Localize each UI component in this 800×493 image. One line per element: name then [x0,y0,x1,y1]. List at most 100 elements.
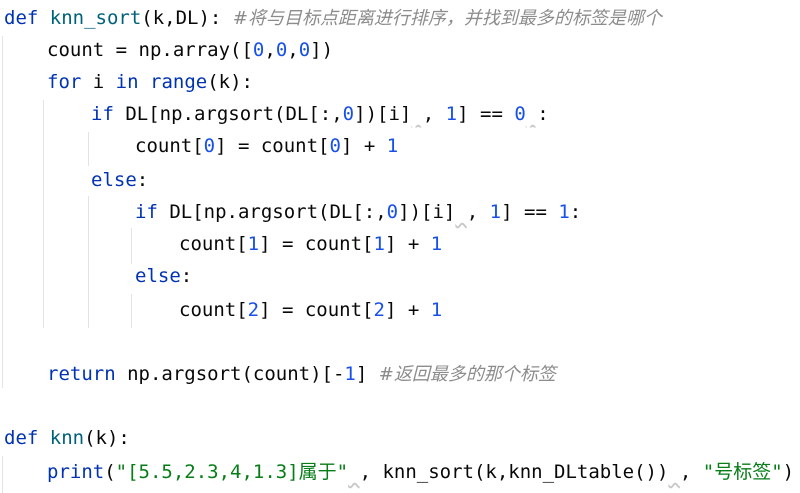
code-keyword: range [150,71,208,93]
code-token: DL[np.argsort(DL[:, [113,103,343,125]
code-line[interactable]: else: [91,166,148,194]
indent-guide [43,100,44,328]
code-token: ] == [501,201,559,223]
code-line[interactable]: count[2] = count[2] + 1 [179,296,442,324]
code-line[interactable]: count = np.array([0,0,0]) [47,36,333,64]
code-keyword: for [47,71,82,93]
code-keyword: else [91,169,137,191]
code-token: 1 [445,103,458,125]
code-token: ])[i] [398,201,456,223]
code-token: : [136,169,149,191]
code-token: 0 [275,39,288,61]
code-token: , [679,461,703,483]
code-keyword: else [135,265,181,287]
code-keyword: if [135,201,158,223]
code-token: ] == [457,103,515,125]
code-line[interactable]: print("[5.5,2.3,4,1.3]属于" , knn_sort(k,k… [47,458,794,486]
code-string: "[5.5,2.3,4,1.3]属于" [115,461,349,483]
code-token: i [81,71,116,93]
indent-guide [88,132,89,166]
code-line[interactable]: def knn(k): [4,424,130,452]
code-token: count[ [135,135,204,157]
code-token: ) [782,461,795,483]
indent-guide [2,36,3,388]
code-line[interactable]: if DL[np.argsort(DL[:,0])[i] , 1] == 1: [135,198,581,226]
code-token: count[ [179,233,248,255]
code-token: : [569,201,582,223]
code-token: ] + [384,299,431,321]
code-comment: #返回最多的那个标签 [378,364,556,385]
code-token: ] = count[ [259,233,374,255]
code-token: ] + [340,135,387,157]
code-token: (k): [84,427,130,449]
code-token: 0 [386,201,399,223]
code-line[interactable]: if DL[np.argsort(DL[:,0])[i] , 1] == 0 : [91,100,549,128]
code-editor[interactable]: { "editor": { "lines": [ { "indent": 0, … [0,0,800,493]
indent-guide [88,196,89,328]
code-line[interactable]: for i in range(k): [47,68,253,96]
code-token: 0 [329,135,341,157]
code-line[interactable]: else: [135,262,192,290]
indent-guide [2,456,3,493]
code-token: 0 [252,39,265,61]
code-token: 0 [342,103,355,125]
code-string: "号标签" [702,461,783,483]
code-token: , [287,39,299,61]
indent-guide [131,294,132,328]
code-token: count = np.array([ [47,39,253,61]
code-token: DL[np.argsort(DL[:, [157,201,387,223]
code-line[interactable]: count[0] = count[0] + 1 [135,132,398,160]
code-token: knn_sort [49,7,142,29]
code-token: 1 [344,363,356,385]
code-token: : [537,103,549,125]
code-token: 1 [430,233,443,255]
code-token: 1 [430,299,443,321]
code-comment: #将与目标点距离进行排序，并找到最多的标签是哪个 [232,8,662,29]
code-token: : [180,265,193,287]
code-keyword: def [4,427,39,449]
code-token: , [422,103,446,125]
code-token: ( [104,461,116,483]
code-token: , [264,39,276,61]
code-token: 2 [373,299,385,321]
code-token: 1 [386,135,399,157]
code-token: count[ [179,299,248,321]
code-keyword: return [47,363,116,385]
code-token: np.argsort(count)[- [115,363,345,385]
code-token: , knn_sort(k,knn_DLtable()) [359,461,669,483]
code-token: ])[i] [354,103,412,125]
code-keyword: if [91,103,114,125]
code-token: 1 [558,201,570,223]
code-keyword: print [47,461,105,483]
code-token: 1 [247,233,260,255]
code-token: 2 [247,299,260,321]
indent-guide [131,228,132,264]
code-token: 1 [489,201,502,223]
code-line[interactable]: def knn_sort(k,DL): #将与目标点距离进行排序，并找到最多的标… [4,4,662,32]
code-keyword: in [115,71,139,93]
code-token: 0 [203,135,216,157]
code-token: 0 [298,39,311,61]
code-line[interactable]: count[1] = count[1] + 1 [179,230,442,258]
code-token: 1 [373,233,385,255]
code-token: ]) [310,39,334,61]
code-keyword: def [4,7,39,29]
code-token: (k): [207,71,253,93]
code-token: ] = count[ [259,299,374,321]
code-token: ] + [384,233,431,255]
code-token: 0 [514,103,526,125]
code-token: , [466,201,490,223]
code-token: (k,DL): [141,7,233,29]
code-token: knn [49,427,85,449]
code-token: ] = count[ [215,135,330,157]
code-token: ] [355,363,379,385]
code-line[interactable]: return np.argsort(count)[-1] #返回最多的那个标签 [47,360,556,388]
